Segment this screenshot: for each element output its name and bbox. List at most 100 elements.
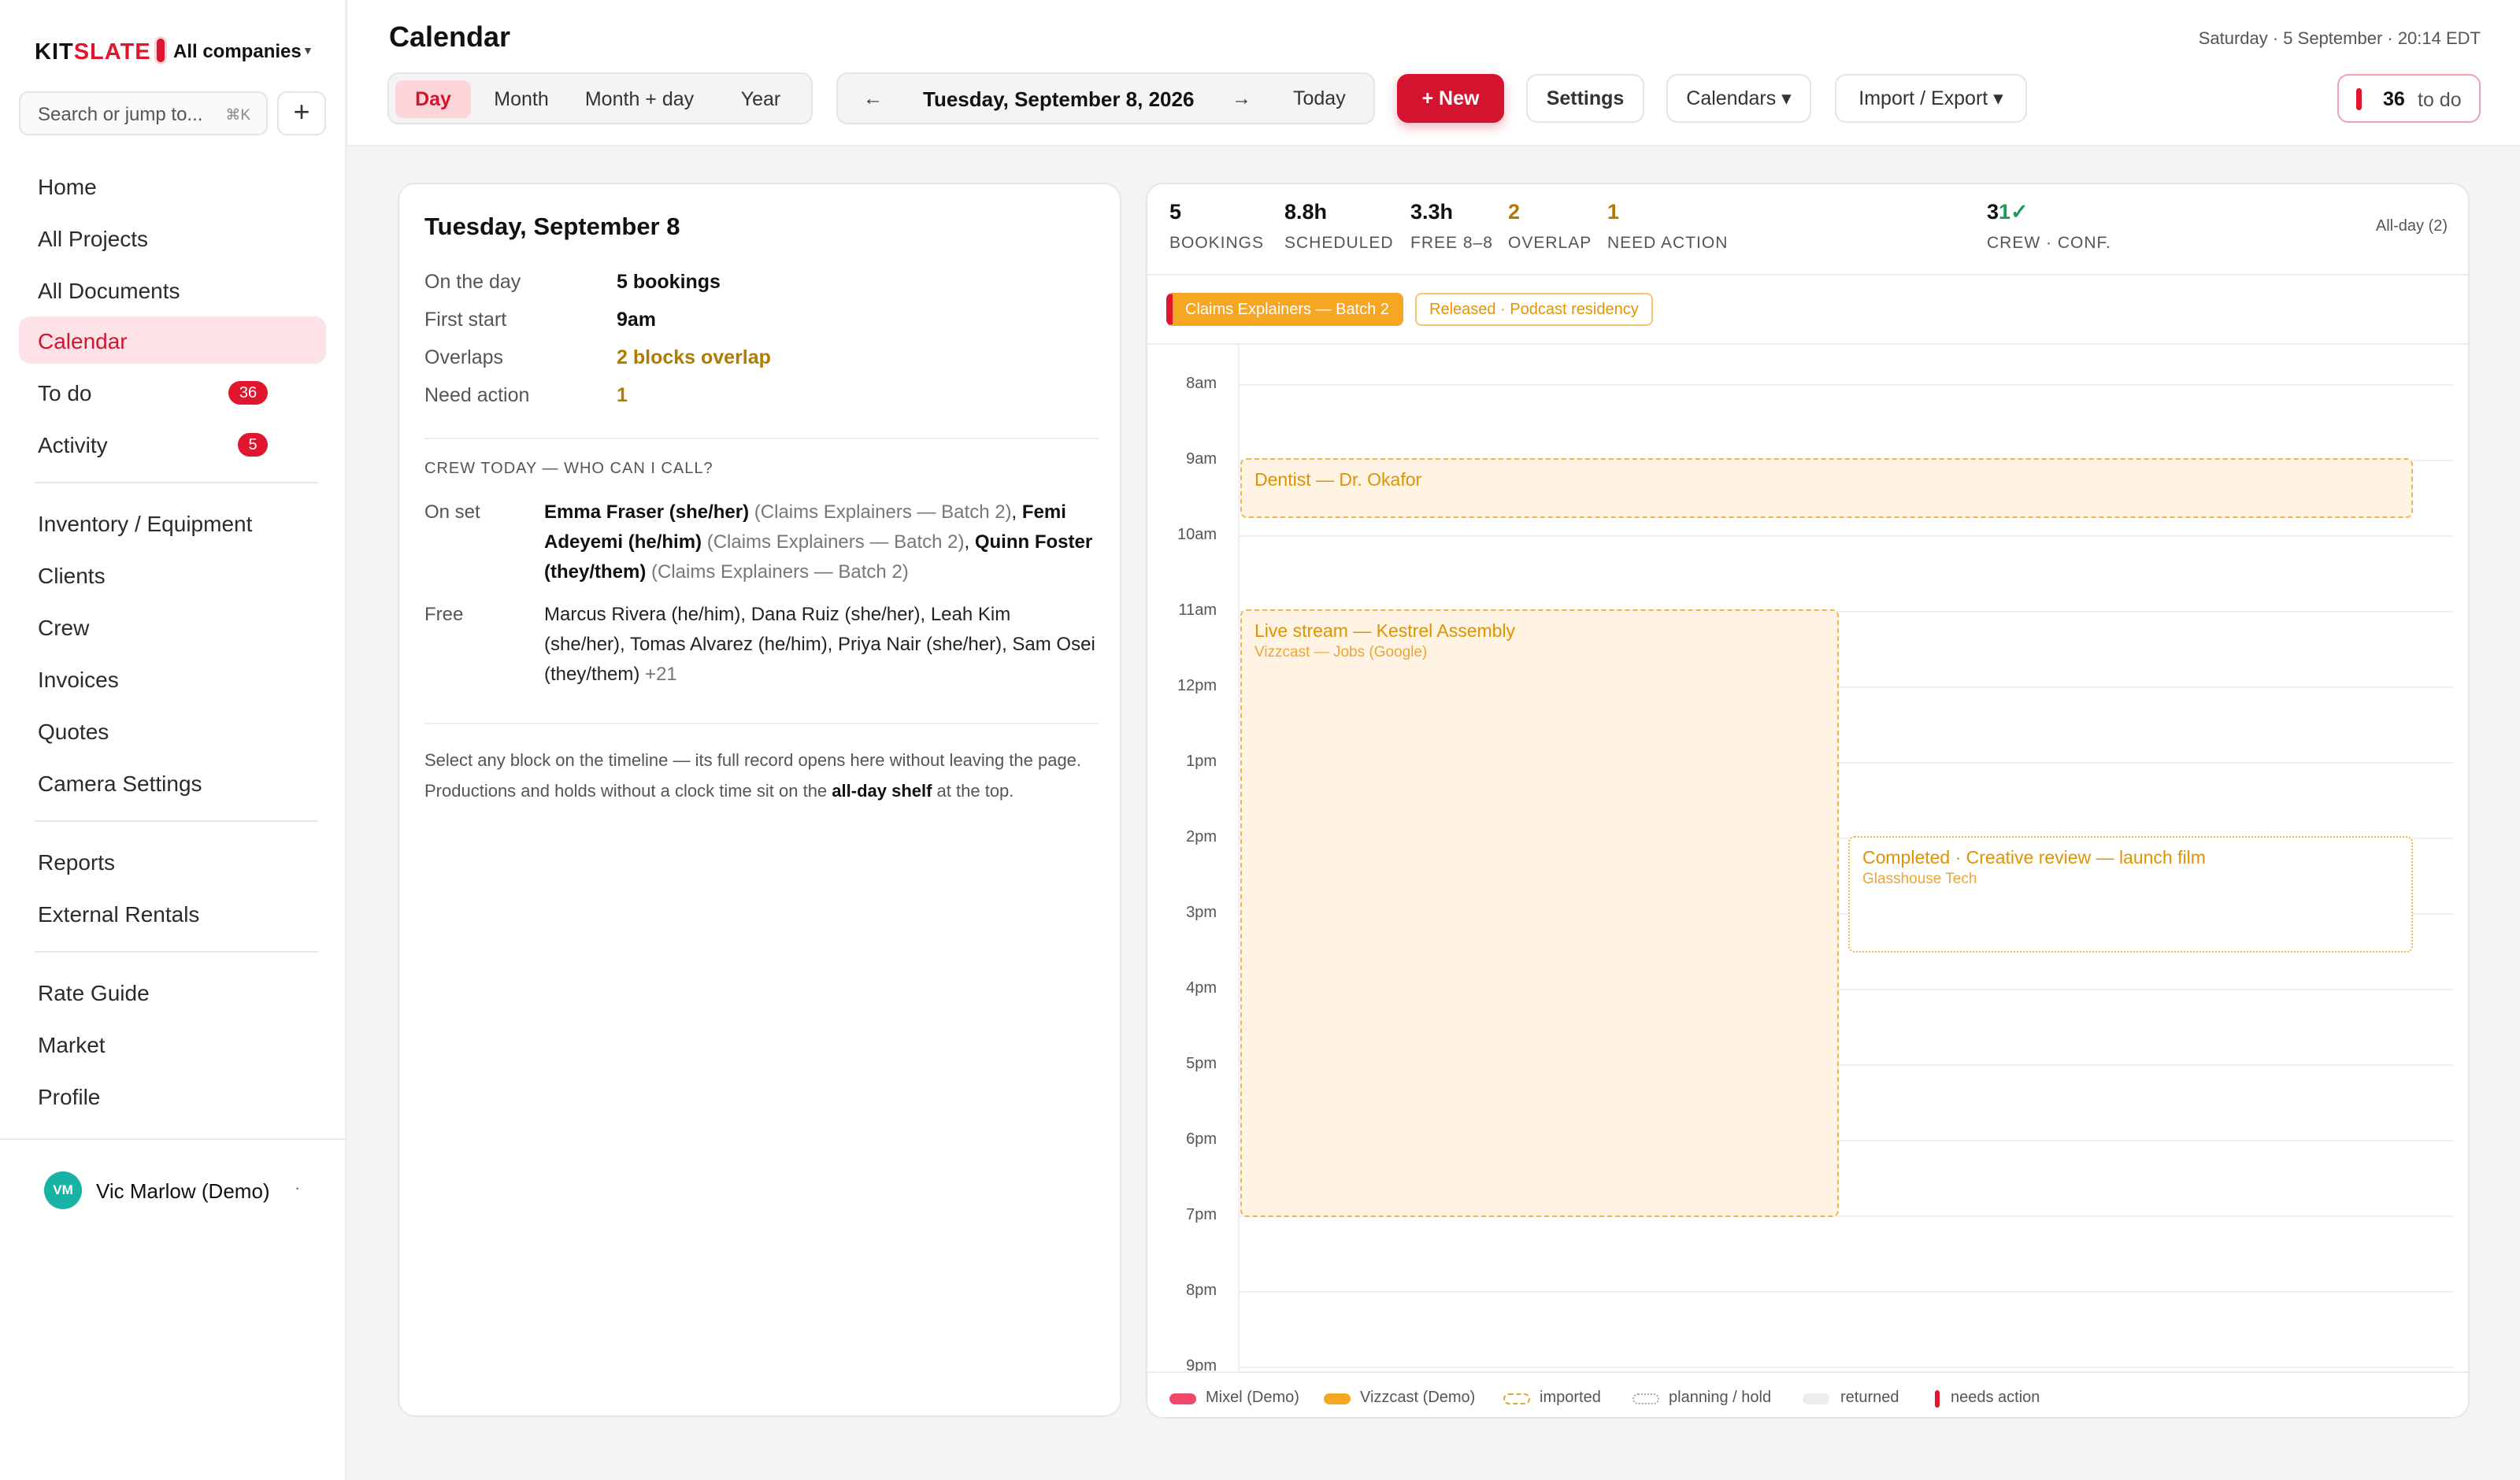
planning-swatch: [1632, 1393, 1659, 1404]
detail-title: Tuesday, September 8: [424, 213, 680, 240]
todo-count: 36: [2383, 88, 2405, 110]
sidebar-item-inventory[interactable]: Inventory / Equipment: [19, 499, 326, 546]
sidebar-item-label: All Projects: [38, 227, 149, 251]
crew-label: On set: [424, 501, 480, 523]
settings-button[interactable]: Settings: [1526, 74, 1644, 123]
day-timeline: 5 BOOKINGS 8.8h SCHEDULED 3.3h FREE 8–8 2 OV…: [1146, 183, 2470, 1419]
imported-swatch: [1503, 1393, 1530, 1404]
today-button[interactable]: Today: [1293, 87, 1346, 110]
allday-toggle[interactable]: All-day (2): [2376, 217, 2448, 235]
sidebar-item-invoices[interactable]: Invoices: [19, 655, 326, 702]
hour-gridline: [1239, 1291, 2454, 1293]
sidebar-item-camera-settings[interactable]: Camera Settings: [19, 759, 326, 806]
hour-label: 2pm: [1186, 828, 1217, 845]
sidebar-item-profile[interactable]: Profile: [19, 1072, 326, 1119]
detail-value[interactable]: 1: [617, 384, 628, 407]
legend-item: planning / hold: [1669, 1389, 1772, 1406]
legend-item: imported: [1540, 1389, 1601, 1406]
tab-year[interactable]: Year: [715, 80, 806, 118]
sidebar-item-calendar[interactable]: Calendar: [19, 316, 326, 364]
stat-bookings: 5 BOOKINGS: [1169, 200, 1264, 253]
sidebar-item-market[interactable]: Market: [19, 1020, 326, 1067]
crew-total: 3: [1987, 200, 1999, 224]
stat-overlap[interactable]: 2 OVERLAP: [1508, 200, 1592, 253]
sidebar-item-crew[interactable]: Crew: [19, 603, 326, 650]
sidebar-item-activity[interactable]: Activity 5: [19, 420, 326, 468]
sidebar-item-rate-guide[interactable]: Rate Guide: [19, 968, 326, 1016]
event-title: Live stream — Kestrel Assembly: [1254, 620, 1516, 641]
crew-more[interactable]: +21: [645, 664, 677, 685]
calendars-dropdown[interactable]: Calendars ▾: [1666, 74, 1811, 123]
stat-need-action[interactable]: 1 NEED ACTION: [1607, 200, 1728, 253]
company-switcher[interactable]: All companies: [173, 41, 302, 63]
user-name[interactable]: Vic Marlow (Demo): [96, 1179, 270, 1204]
crew-note: (Claims Explainers — Batch 2): [706, 531, 965, 553]
event-block[interactable]: Dentist — Dr. Okafor: [1240, 458, 2413, 518]
detail-value[interactable]: 2 blocks overlap: [617, 346, 771, 369]
sidebar-item-label: All Documents: [38, 279, 180, 303]
hour-label: 3pm: [1186, 904, 1217, 921]
allday-chip[interactable]: Released · Podcast residency: [1415, 293, 1653, 326]
stat-value: 5: [1169, 200, 1182, 224]
avatar[interactable]: VM: [44, 1171, 82, 1209]
add-button[interactable]: +: [277, 91, 326, 135]
stat-label: CREW · CONF.: [1987, 234, 2111, 252]
allday-chip[interactable]: Claims Explainers — Batch 2: [1166, 293, 1403, 326]
stat-label: NEED ACTION: [1607, 234, 1729, 252]
event-block[interactable]: Completed · Creative review — launch fil…: [1848, 836, 2413, 953]
hour-label: 5pm: [1186, 1055, 1217, 1072]
sidebar-item-quotes[interactable]: Quotes: [19, 707, 326, 754]
view-switcher: Day Month Month + day Year: [387, 72, 813, 124]
chevron-down-icon[interactable]: ▼: [302, 44, 313, 57]
sidebar-item-all-documents[interactable]: All Documents: [19, 266, 326, 313]
stat-value: 3.3h: [1410, 200, 1454, 224]
stat-crew[interactable]: 31✓ CREW · CONF.: [1987, 200, 2111, 253]
hour-gridline: [1239, 535, 2454, 537]
user-menu-icon[interactable]: ·: [295, 1178, 300, 1198]
sidebar-item-to-do[interactable]: To do 36: [19, 368, 326, 416]
stat-value: 8.8h: [1284, 200, 1328, 224]
sidebar-item-clients[interactable]: Clients: [19, 551, 326, 598]
divider: [35, 820, 318, 822]
stat-label: SCHEDULED: [1284, 234, 1394, 252]
sidebar-item-external-rentals[interactable]: External Rentals: [19, 890, 326, 937]
sidebar-item-label: Profile: [38, 1085, 101, 1109]
brand-logo[interactable]: KITSLATE: [35, 39, 151, 65]
stat-label: FREE 8–8: [1410, 234, 1493, 252]
sidebar-item-label: Reports: [38, 850, 116, 875]
stat-label: BOOKINGS: [1169, 234, 1265, 252]
sidebar-item-label: Calendar: [38, 329, 128, 353]
crew-name[interactable]: Emma Fraser (she/her): [544, 501, 749, 523]
tab-month[interactable]: Month: [479, 80, 564, 118]
current-datetime: Saturday · 5 September · 20:14 EDT: [2198, 28, 2481, 48]
tab-month-day[interactable]: Month + day: [572, 80, 707, 118]
new-button[interactable]: + New: [1397, 74, 1504, 123]
sidebar-item-all-projects[interactable]: All Projects: [19, 214, 326, 261]
sidebar-item-label: Activity: [38, 433, 108, 457]
page-title: Calendar: [389, 20, 511, 53]
time-grid[interactable]: 8am 9am 10am 11am 12pm 1pm 2pm 3pm 4pm 5pm 6pm 7pm 8…: [1147, 345, 2468, 1376]
arrow-right-icon[interactable]: →: [1232, 87, 1251, 110]
event-title: Dentist — Dr. Okafor: [1254, 469, 1422, 490]
import-export-dropdown[interactable]: Import / Export ▾: [1835, 74, 2027, 123]
crew-free: Free Marcus Rivera (he/him), Dana Ruiz (…: [424, 600, 1099, 694]
hour-label: 1pm: [1186, 753, 1217, 770]
todo-label: to do: [2418, 89, 2462, 111]
sidebar-item-home[interactable]: Home: [19, 162, 326, 209]
detail-key: Need action: [424, 384, 530, 406]
hour-gridline: [1239, 384, 2454, 386]
divider: [35, 482, 318, 483]
arrow-left-icon[interactable]: ←: [863, 87, 883, 110]
check-icon: 1✓: [1999, 200, 2029, 224]
sidebar-item-label: Invoices: [38, 668, 119, 692]
stat-label: OVERLAP: [1508, 234, 1592, 252]
tab-day[interactable]: Day: [395, 80, 471, 118]
todo-button[interactable]: 36 to do: [2337, 74, 2481, 123]
event-block[interactable]: Live stream — Kestrel Assembly Vizzcast —…: [1240, 609, 1839, 1217]
sidebar-item-reports[interactable]: Reports: [19, 838, 326, 885]
legend-item: Vizzcast (Demo): [1360, 1389, 1476, 1406]
search-input[interactable]: Search or jump to... ⌘K: [19, 91, 268, 135]
event-subtitle: Vizzcast — Jobs (Google): [1254, 644, 1428, 660]
sidebar-item-label: Market: [38, 1033, 106, 1057]
crew-heading: CREW TODAY — WHO CAN I CALL?: [424, 460, 713, 477]
